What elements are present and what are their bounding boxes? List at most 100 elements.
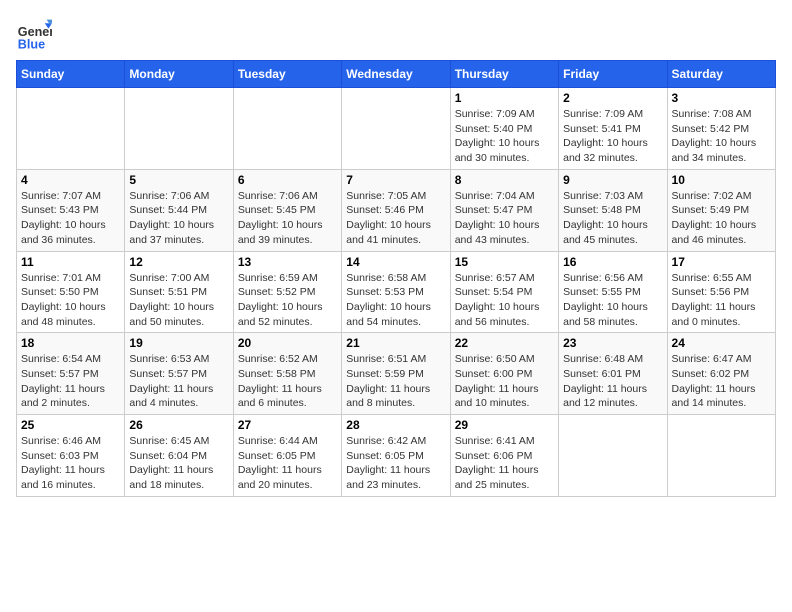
day-number: 2 — [563, 91, 662, 105]
day-info: Sunrise: 6:50 AMSunset: 6:00 PMDaylight:… — [455, 352, 554, 411]
day-number: 26 — [129, 418, 228, 432]
day-info: Sunrise: 6:47 AMSunset: 6:02 PMDaylight:… — [672, 352, 771, 411]
svg-text:Blue: Blue — [18, 37, 45, 51]
calendar-cell: 21 Sunrise: 6:51 AMSunset: 5:59 PMDayligh… — [342, 333, 450, 415]
day-number: 12 — [129, 255, 228, 269]
calendar-cell: 22 Sunrise: 6:50 AMSunset: 6:00 PMDayligh… — [450, 333, 558, 415]
day-info: Sunrise: 6:56 AMSunset: 5:55 PMDaylight:… — [563, 271, 662, 330]
logo: General Blue — [16, 16, 52, 52]
day-header-friday: Friday — [559, 61, 667, 88]
calendar-week-row: 4Sunrise: 7:07 AMSunset: 5:43 PMDaylight… — [17, 169, 776, 251]
calendar-week-row: 11 Sunrise: 7:01 AMSunset: 5:50 PMDayligh… — [17, 251, 776, 333]
day-info: Sunrise: 6:45 AMSunset: 6:04 PMDaylight:… — [129, 434, 228, 493]
day-number: 16 — [563, 255, 662, 269]
calendar-week-row: 25Sunrise: 6:46 AMSunset: 6:03 PMDayligh… — [17, 415, 776, 497]
day-info: Sunrise: 6:59 AMSunset: 5:52 PMDaylight:… — [238, 271, 337, 330]
day-number: 22 — [455, 336, 554, 350]
calendar-cell: 8 Sunrise: 7:04 AMSunset: 5:47 PMDaylight… — [450, 169, 558, 251]
calendar-week-row: 18 Sunrise: 6:54 AMSunset: 5:57 PMDayligh… — [17, 333, 776, 415]
day-header-sunday: Sunday — [17, 61, 125, 88]
calendar-cell: 23 Sunrise: 6:48 AMSunset: 6:01 PMDayligh… — [559, 333, 667, 415]
calendar-cell: 4Sunrise: 7:07 AMSunset: 5:43 PMDaylight… — [17, 169, 125, 251]
calendar-cell: 5 Sunrise: 7:06 AMSunset: 5:44 PMDaylight… — [125, 169, 233, 251]
calendar-cell: 11 Sunrise: 7:01 AMSunset: 5:50 PMDayligh… — [17, 251, 125, 333]
day-info: Sunrise: 7:05 AMSunset: 5:46 PMDaylight:… — [346, 189, 445, 248]
calendar-cell: 25Sunrise: 6:46 AMSunset: 6:03 PMDayligh… — [17, 415, 125, 497]
day-number: 14 — [346, 255, 445, 269]
day-info: Sunrise: 6:53 AMSunset: 5:57 PMDaylight:… — [129, 352, 228, 411]
day-info: Sunrise: 7:01 AMSunset: 5:50 PMDaylight:… — [21, 271, 120, 330]
calendar-cell: 14 Sunrise: 6:58 AMSunset: 5:53 PMDayligh… — [342, 251, 450, 333]
day-info: Sunrise: 6:42 AMSunset: 6:05 PMDaylight:… — [346, 434, 445, 493]
day-number: 10 — [672, 173, 771, 187]
calendar-cell: 3Sunrise: 7:08 AMSunset: 5:42 PMDaylight… — [667, 88, 775, 170]
calendar-cell: 10Sunrise: 7:02 AMSunset: 5:49 PMDayligh… — [667, 169, 775, 251]
calendar-cell — [559, 415, 667, 497]
day-number: 6 — [238, 173, 337, 187]
day-info: Sunrise: 6:41 AMSunset: 6:06 PMDaylight:… — [455, 434, 554, 493]
day-info: Sunrise: 6:51 AMSunset: 5:59 PMDaylight:… — [346, 352, 445, 411]
page-header: General Blue — [16, 16, 776, 52]
calendar-cell: 27 Sunrise: 6:44 AMSunset: 6:05 PMDayligh… — [233, 415, 341, 497]
day-header-wednesday: Wednesday — [342, 61, 450, 88]
day-info: Sunrise: 7:03 AMSunset: 5:48 PMDaylight:… — [563, 189, 662, 248]
day-header-saturday: Saturday — [667, 61, 775, 88]
day-number: 9 — [563, 173, 662, 187]
day-number: 3 — [672, 91, 771, 105]
day-number: 13 — [238, 255, 337, 269]
day-header-tuesday: Tuesday — [233, 61, 341, 88]
logo-icon: General Blue — [16, 16, 52, 52]
calendar-cell: 29 Sunrise: 6:41 AMSunset: 6:06 PMDayligh… — [450, 415, 558, 497]
day-info: Sunrise: 7:04 AMSunset: 5:47 PMDaylight:… — [455, 189, 554, 248]
calendar: SundayMondayTuesdayWednesdayThursdayFrid… — [16, 60, 776, 497]
calendar-cell: 19 Sunrise: 6:53 AMSunset: 5:57 PMDayligh… — [125, 333, 233, 415]
day-header-monday: Monday — [125, 61, 233, 88]
calendar-cell: 16 Sunrise: 6:56 AMSunset: 5:55 PMDayligh… — [559, 251, 667, 333]
day-number: 7 — [346, 173, 445, 187]
calendar-cell: 15 Sunrise: 6:57 AMSunset: 5:54 PMDayligh… — [450, 251, 558, 333]
day-number: 8 — [455, 173, 554, 187]
calendar-cell: 17Sunrise: 6:55 AMSunset: 5:56 PMDayligh… — [667, 251, 775, 333]
day-info: Sunrise: 7:09 AMSunset: 5:40 PMDaylight:… — [455, 107, 554, 166]
day-info: Sunrise: 6:48 AMSunset: 6:01 PMDaylight:… — [563, 352, 662, 411]
calendar-cell: 18 Sunrise: 6:54 AMSunset: 5:57 PMDayligh… — [17, 333, 125, 415]
day-number: 5 — [129, 173, 228, 187]
day-number: 23 — [563, 336, 662, 350]
calendar-week-row: 1 Sunrise: 7:09 AMSunset: 5:40 PMDaylight… — [17, 88, 776, 170]
calendar-cell — [125, 88, 233, 170]
day-info: Sunrise: 6:44 AMSunset: 6:05 PMDaylight:… — [238, 434, 337, 493]
day-info: Sunrise: 7:07 AMSunset: 5:43 PMDaylight:… — [21, 189, 120, 248]
day-info: Sunrise: 6:54 AMSunset: 5:57 PMDaylight:… — [21, 352, 120, 411]
day-info: Sunrise: 7:06 AMSunset: 5:45 PMDaylight:… — [238, 189, 337, 248]
day-number: 1 — [455, 91, 554, 105]
calendar-cell: 28 Sunrise: 6:42 AMSunset: 6:05 PMDayligh… — [342, 415, 450, 497]
day-info: Sunrise: 6:57 AMSunset: 5:54 PMDaylight:… — [455, 271, 554, 330]
day-info: Sunrise: 7:09 AMSunset: 5:41 PMDaylight:… — [563, 107, 662, 166]
calendar-cell: 12 Sunrise: 7:00 AMSunset: 5:51 PMDayligh… — [125, 251, 233, 333]
day-number: 11 — [21, 255, 120, 269]
day-number: 29 — [455, 418, 554, 432]
day-number: 27 — [238, 418, 337, 432]
day-number: 19 — [129, 336, 228, 350]
day-number: 18 — [21, 336, 120, 350]
day-info: Sunrise: 6:52 AMSunset: 5:58 PMDaylight:… — [238, 352, 337, 411]
calendar-cell: 24 Sunrise: 6:47 AMSunset: 6:02 PMDayligh… — [667, 333, 775, 415]
day-info: Sunrise: 6:46 AMSunset: 6:03 PMDaylight:… — [21, 434, 120, 493]
day-header-thursday: Thursday — [450, 61, 558, 88]
calendar-cell: 2 Sunrise: 7:09 AMSunset: 5:41 PMDaylight… — [559, 88, 667, 170]
day-info: Sunrise: 6:58 AMSunset: 5:53 PMDaylight:… — [346, 271, 445, 330]
calendar-header-row: SundayMondayTuesdayWednesdayThursdayFrid… — [17, 61, 776, 88]
calendar-cell: 13 Sunrise: 6:59 AMSunset: 5:52 PMDayligh… — [233, 251, 341, 333]
calendar-cell — [342, 88, 450, 170]
calendar-cell — [17, 88, 125, 170]
calendar-cell: 9 Sunrise: 7:03 AMSunset: 5:48 PMDaylight… — [559, 169, 667, 251]
calendar-cell: 6 Sunrise: 7:06 AMSunset: 5:45 PMDaylight… — [233, 169, 341, 251]
day-info: Sunrise: 7:06 AMSunset: 5:44 PMDaylight:… — [129, 189, 228, 248]
calendar-cell: 1 Sunrise: 7:09 AMSunset: 5:40 PMDaylight… — [450, 88, 558, 170]
calendar-cell: 26 Sunrise: 6:45 AMSunset: 6:04 PMDayligh… — [125, 415, 233, 497]
day-number: 21 — [346, 336, 445, 350]
day-number: 24 — [672, 336, 771, 350]
day-number: 15 — [455, 255, 554, 269]
day-number: 28 — [346, 418, 445, 432]
day-info: Sunrise: 7:00 AMSunset: 5:51 PMDaylight:… — [129, 271, 228, 330]
